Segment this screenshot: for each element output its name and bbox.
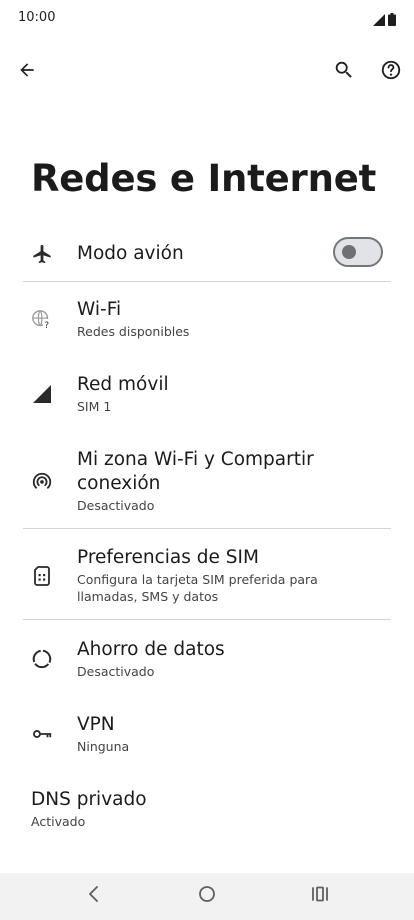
hotspot-subtitle: Desactivado <box>77 498 155 513</box>
vpn-subtitle: Ninguna <box>77 739 130 754</box>
svg-text:?: ? <box>44 320 49 330</box>
nav-back-button[interactable] <box>74 879 114 913</box>
mobile-network-subtitle: SIM 1 <box>77 399 112 414</box>
top-app-bar <box>0 50 414 94</box>
divider <box>23 528 391 529</box>
hotspot-label: Mi zona Wi-Fi y Compartir conexión <box>77 449 314 494</box>
data-saver-label: Ahorro de datos <box>77 639 225 660</box>
search-icon <box>333 59 355 85</box>
sim-preferences-label: Preferencias de SIM <box>77 547 259 568</box>
nav-recents-button[interactable] <box>300 879 340 913</box>
divider <box>23 619 391 620</box>
vpn-key-icon <box>28 720 56 748</box>
vpn-label: VPN <box>77 714 115 735</box>
wifi-subtitle: Redes disponibles <box>77 324 190 339</box>
sim-preferences-subtitle: Configura la tarjeta SIM preferida para … <box>77 572 318 604</box>
signal-icon <box>373 11 385 30</box>
private-dns-subtitle: Activado <box>31 814 86 829</box>
nav-recents-icon <box>311 886 329 906</box>
wifi-label: Wi-Fi <box>77 299 122 320</box>
data-saver-row[interactable]: Ahorro de datos Desactivado <box>0 636 414 686</box>
nav-home-icon <box>198 885 216 907</box>
help-icon <box>380 59 402 85</box>
cell-signal-icon <box>28 380 56 408</box>
hotspot-row[interactable]: Mi zona Wi-Fi y Compartir conexión Desac… <box>0 446 414 516</box>
search-button[interactable] <box>324 52 364 92</box>
data-saver-icon <box>28 645 56 673</box>
private-dns-label: DNS privado <box>31 789 147 810</box>
hotspot-icon <box>28 467 56 495</box>
nav-home-button[interactable] <box>187 879 227 913</box>
wifi-question-icon: ? <box>28 305 56 333</box>
navigation-bar <box>0 873 414 920</box>
back-arrow-icon <box>17 60 37 84</box>
nav-back-icon <box>87 885 101 907</box>
page-title: Redes e Internet <box>31 157 377 200</box>
data-saver-subtitle: Desactivado <box>77 664 155 679</box>
status-bar: 10:00 <box>0 0 414 36</box>
sim-card-icon <box>28 562 56 590</box>
help-button[interactable] <box>371 52 411 92</box>
divider <box>23 281 391 282</box>
vpn-row[interactable]: VPN Ninguna <box>0 711 414 761</box>
sim-preferences-row[interactable]: Preferencias de SIM Configura la tarjeta… <box>0 544 414 608</box>
airplane-icon <box>28 240 56 268</box>
wifi-row[interactable]: ? Wi-Fi Redes disponibles <box>0 296 414 346</box>
mobile-network-label: Red móvil <box>77 374 169 395</box>
airplane-mode-toggle[interactable] <box>333 237 383 267</box>
toggle-knob <box>342 245 356 259</box>
status-icons <box>373 11 396 30</box>
private-dns-row[interactable]: DNS privado Activado <box>0 786 414 836</box>
status-time: 10:00 <box>18 10 56 25</box>
back-button[interactable] <box>7 52 47 92</box>
mobile-network-row[interactable]: Red móvil SIM 1 <box>0 371 414 421</box>
battery-icon <box>388 11 396 30</box>
